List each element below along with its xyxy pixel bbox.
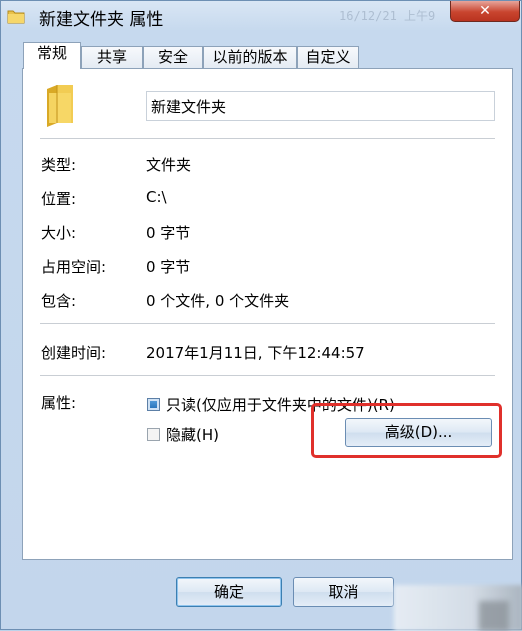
ok-button[interactable]: 确定 bbox=[176, 577, 282, 607]
divider bbox=[40, 138, 495, 139]
tab-customize[interactable]: 自定义 bbox=[297, 46, 359, 68]
divider bbox=[40, 375, 495, 376]
folder-name-input[interactable]: 新建文件夹 bbox=[146, 91, 495, 121]
hidden-checkbox[interactable] bbox=[147, 428, 160, 441]
created-value: 2017年1月11日, 下午12:44:57 bbox=[146, 344, 365, 362]
tab-security[interactable]: 安全 bbox=[143, 46, 203, 68]
large-folder-icon bbox=[47, 85, 73, 127]
close-button[interactable]: ✕ bbox=[450, 1, 520, 22]
disk-size-value: 0 字节 bbox=[146, 258, 191, 276]
type-label: 类型: bbox=[41, 156, 77, 174]
created-label: 创建时间: bbox=[41, 344, 107, 362]
title-bar[interactable]: 新建文件夹 属性 16/12/21 上午9 ✕ bbox=[1, 1, 521, 31]
size-value: 0 字节 bbox=[146, 224, 191, 242]
tab-previous-versions[interactable]: 以前的版本 bbox=[203, 46, 297, 68]
hidden-label[interactable]: 隐藏(H) bbox=[166, 424, 219, 445]
folder-icon bbox=[7, 10, 25, 24]
divider bbox=[40, 323, 495, 324]
attributes-label: 属性: bbox=[41, 394, 77, 412]
size-label: 大小: bbox=[41, 224, 77, 242]
general-panel: 新建文件夹 类型: 文件夹 位置: C:\ 大小: 0 字节 占用空间: 0 字… bbox=[22, 68, 513, 560]
tab-sharing[interactable]: 共享 bbox=[81, 46, 143, 68]
window-title: 新建文件夹 属性 bbox=[39, 10, 164, 30]
type-value: 文件夹 bbox=[146, 156, 192, 174]
disk-size-label: 占用空间: bbox=[41, 258, 107, 276]
close-icon: ✕ bbox=[479, 3, 491, 19]
location-value: C:\ bbox=[146, 188, 167, 206]
location-label: 位置: bbox=[41, 190, 77, 208]
blurred-region bbox=[479, 601, 509, 631]
tab-general[interactable]: 常规 bbox=[23, 42, 81, 69]
highlight-annotation bbox=[311, 403, 502, 458]
background-text: 16/12/21 上午9 bbox=[339, 9, 436, 23]
contains-label: 包含: bbox=[41, 292, 77, 310]
cancel-button[interactable]: 取消 bbox=[293, 577, 394, 607]
properties-window: 新建文件夹 属性 16/12/21 上午9 ✕ 常规 共享 安全 以前的版本 自… bbox=[0, 0, 522, 631]
readonly-checkbox[interactable] bbox=[147, 398, 160, 411]
contains-value: 0 个文件, 0 个文件夹 bbox=[146, 292, 290, 310]
